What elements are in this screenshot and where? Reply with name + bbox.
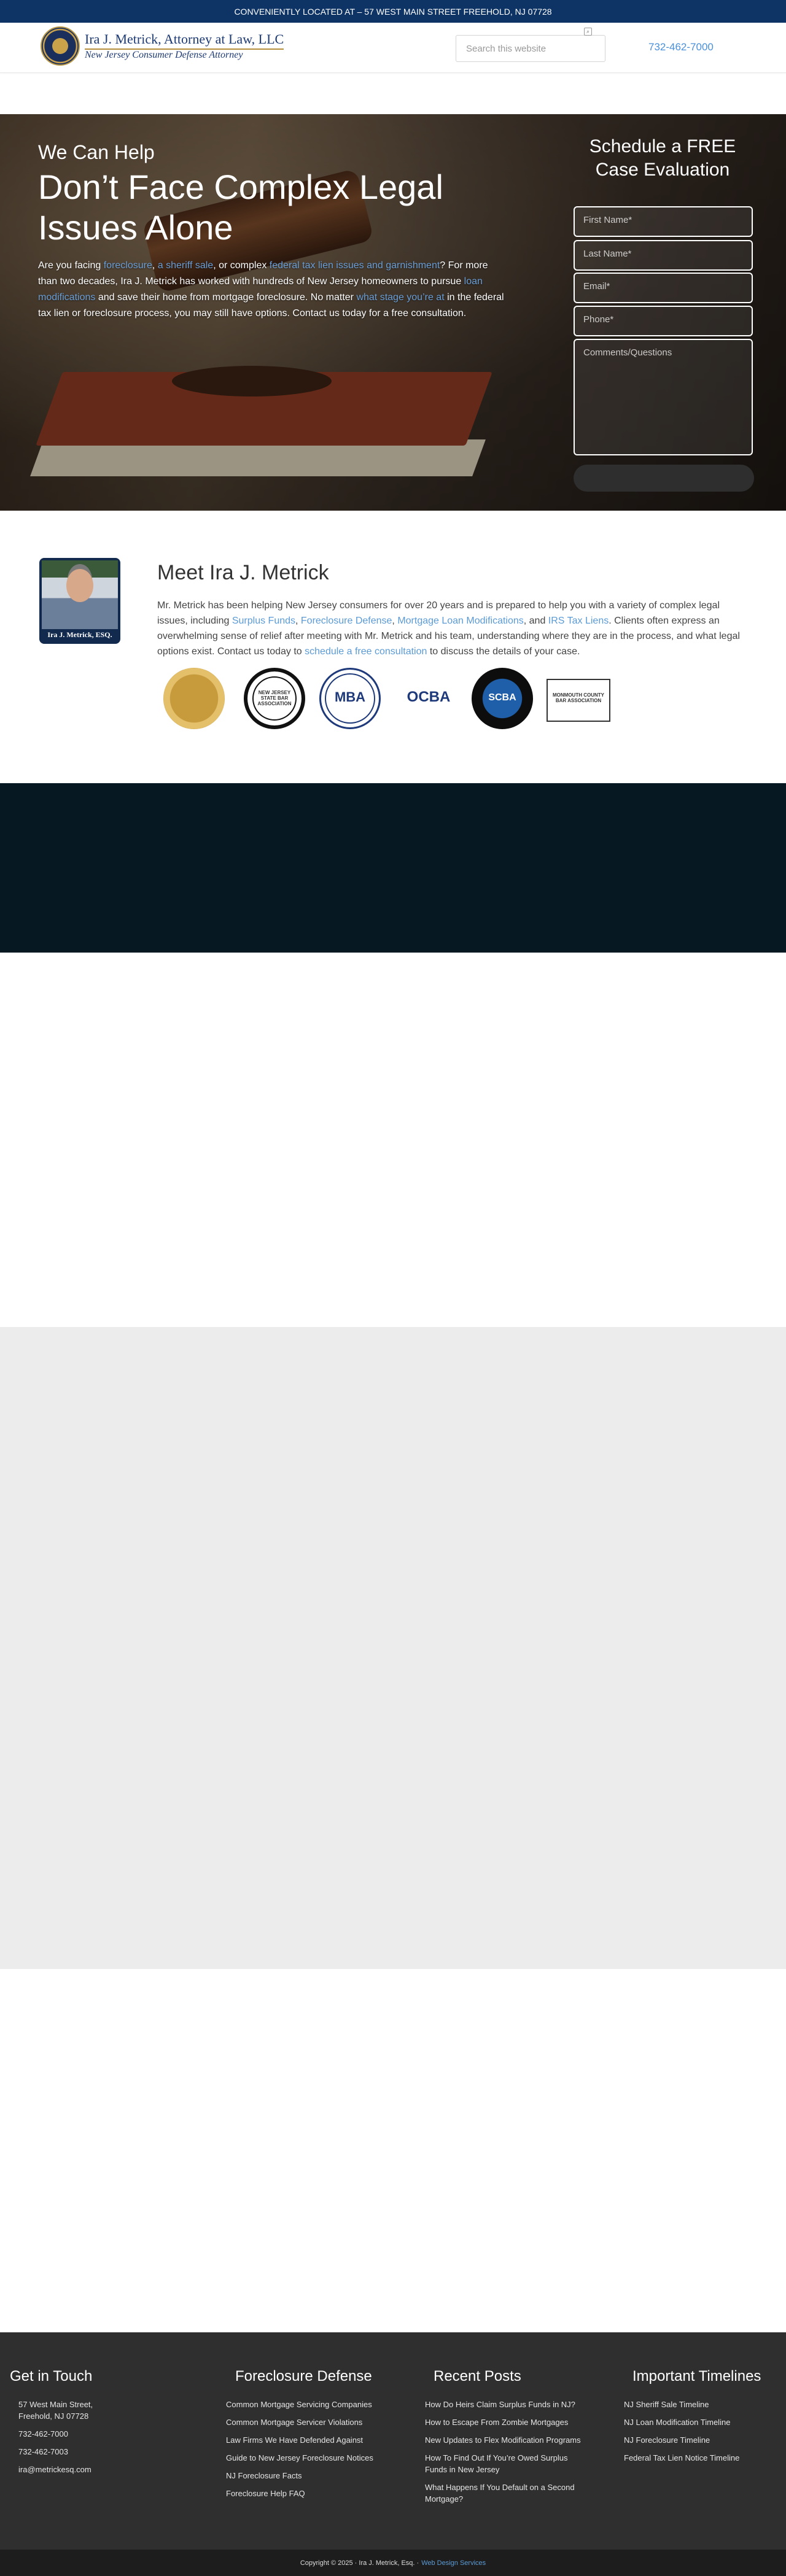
monmouth-bar-badge-icon: MONMOUTH COUNTY BAR ASSOCIATION (547, 679, 610, 722)
email-field[interactable]: Email* (574, 273, 753, 303)
attorney-photo (42, 560, 118, 629)
form-title: Schedule a FREE Case Evaluation (589, 136, 736, 180)
logo-seal-icon (41, 26, 80, 66)
search-placeholder: Search this website (466, 43, 547, 54)
loan-modifications-link[interactable]: Mortgage Loan Modifications (397, 616, 523, 626)
footer-timelines-list: NJ Sheriff Sale Timeline NJ Loan Modific… (624, 2399, 771, 2470)
gold-award-badge-icon (163, 668, 225, 729)
footer-posts-list: How Do Heirs Claim Surplus Funds in NJ? … (425, 2399, 591, 2511)
footer-foreclosure-list: Common Mortgage Servicing Companies Comm… (226, 2399, 404, 2505)
meet-paragraph: Mr. Metrick has been helping New Jersey … (157, 600, 740, 657)
footer-timeline-link[interactable]: NJ Sheriff Sale Timeline (624, 2399, 771, 2410)
footer-post-link[interactable]: How to Escape From Zombie Mortgages (425, 2416, 591, 2428)
mba-badge-icon: MBA (319, 668, 381, 729)
footer-contact-list: 57 West Main Street, Freehold, NJ 07728 … (18, 2399, 123, 2481)
footer-link[interactable]: Guide to New Jersey Foreclosure Notices (226, 2452, 404, 2464)
sheriff-sale-link[interactable]: a sheriff sale (158, 260, 213, 271)
top-announcement-bar: CONVENIENTLY LOCATED AT – 57 WEST MAIN S… (0, 0, 786, 23)
footer-timelines-title: Important Timelines (632, 2368, 761, 2385)
copyright-bar: Copyright © 2025 · Ira J. Metrick, Esq. … (0, 2550, 786, 2576)
site-logo[interactable]: Ira J. Metrick, Attorney at Law, LLC New… (41, 26, 284, 66)
search-input[interactable]: Search this website (456, 35, 605, 62)
foreclosure-link[interactable]: foreclosure (104, 260, 152, 271)
site-header: Ira J. Metrick, Attorney at Law, LLC New… (0, 23, 786, 73)
hero-kicker: We Can Help (38, 141, 155, 163)
grey-section (0, 1327, 786, 1969)
first-name-field[interactable]: First Name* (574, 206, 753, 237)
irs-tax-liens-link[interactable]: IRS Tax Liens (548, 616, 609, 626)
submit-button[interactable] (574, 465, 754, 492)
hero-title: Don’t Face Complex Legal Issues Alone (38, 168, 443, 247)
footer-link[interactable]: Common Mortgage Servicer Violations (226, 2416, 404, 2428)
site-footer: Get in Touch 57 West Main Street, Freeho… (0, 2332, 786, 2550)
dark-band-section (0, 783, 786, 953)
footer-timeline-link[interactable]: Federal Tax Lien Notice Timeline (624, 2452, 771, 2464)
footer-timeline-link[interactable]: NJ Foreclosure Timeline (624, 2434, 771, 2446)
scba-badge-icon: SCBA (472, 668, 533, 729)
header-phone-link[interactable]: 732-462-7000 (648, 41, 714, 53)
attorney-avatar: Ira J. Metrick, ESQ. (39, 558, 120, 644)
web-design-link[interactable]: Web Design Services (421, 2559, 486, 2567)
footer-link[interactable]: Common Mortgage Servicing Companies (226, 2399, 404, 2410)
footer-phone-2[interactable]: 732-462-7003 (18, 2446, 123, 2458)
footer-link[interactable]: NJ Foreclosure Facts (226, 2470, 404, 2481)
nj-state-bar-badge-icon: NEW JERSEY STATE BAR ASSOCIATION (244, 668, 305, 729)
footer-email[interactable]: ira@metrickesq.com (18, 2464, 123, 2475)
tax-lien-link[interactable]: federal tax lien issues and garnishment (270, 260, 440, 271)
phone-field[interactable]: Phone* (574, 306, 753, 336)
footer-contact-title: Get in Touch (10, 2368, 93, 2385)
footer-post-link[interactable]: How To Find Out If You’re Owed Surplus F… (425, 2452, 591, 2475)
footer-phone-1[interactable]: 732-462-7000 (18, 2428, 123, 2440)
ocba-badge-icon: OCBA (397, 668, 461, 729)
stage-link[interactable]: what stage you’re at (356, 292, 444, 303)
meet-title: Meet Ira J. Metrick (157, 561, 329, 584)
footer-link[interactable]: Law Firms We Have Defended Against (226, 2434, 404, 2446)
avatar-caption: Ira J. Metrick, ESQ. (47, 630, 112, 639)
location-text: CONVENIENTLY LOCATED AT – 57 WEST MAIN S… (234, 6, 552, 17)
footer-post-link[interactable]: How Do Heirs Claim Surplus Funds in NJ? (425, 2399, 591, 2410)
footer-link[interactable]: Foreclosure Help FAQ (226, 2488, 404, 2499)
comments-field[interactable]: Comments/Questions (574, 339, 753, 455)
footer-timeline-link[interactable]: NJ Loan Modification Timeline (624, 2416, 771, 2428)
footer-address: 57 West Main Street, Freehold, NJ 07728 (18, 2400, 93, 2421)
last-name-field[interactable]: Last Name* (574, 240, 753, 271)
footer-post-link[interactable]: What Happens If You Default on a Second … (425, 2481, 591, 2505)
copyright-text: Copyright © 2025 · Ira J. Metrick, Esq. … (300, 2559, 419, 2567)
footer-post-link[interactable]: New Updates to Flex Modification Program… (425, 2434, 591, 2446)
footer-foreclosure-title: Foreclosure Defense (235, 2368, 372, 2385)
surplus-funds-link[interactable]: Surplus Funds (232, 616, 295, 626)
hero-section: We Can Help Don’t Face Complex Legal Iss… (0, 114, 786, 511)
footer-posts-title: Recent Posts (434, 2368, 521, 2385)
schedule-consultation-link[interactable]: schedule a free consultation (305, 646, 427, 657)
logo-name: Ira J. Metrick, Attorney at Law, LLC (85, 31, 284, 50)
logo-tagline: New Jersey Consumer Defense Attorney (85, 50, 243, 60)
hero-paragraph: Are you facing foreclosure, a sheriff sa… (38, 260, 504, 319)
search-icon[interactable]: ⌕ (584, 28, 592, 36)
foreclosure-defense-link[interactable]: Foreclosure Defense (301, 616, 392, 626)
